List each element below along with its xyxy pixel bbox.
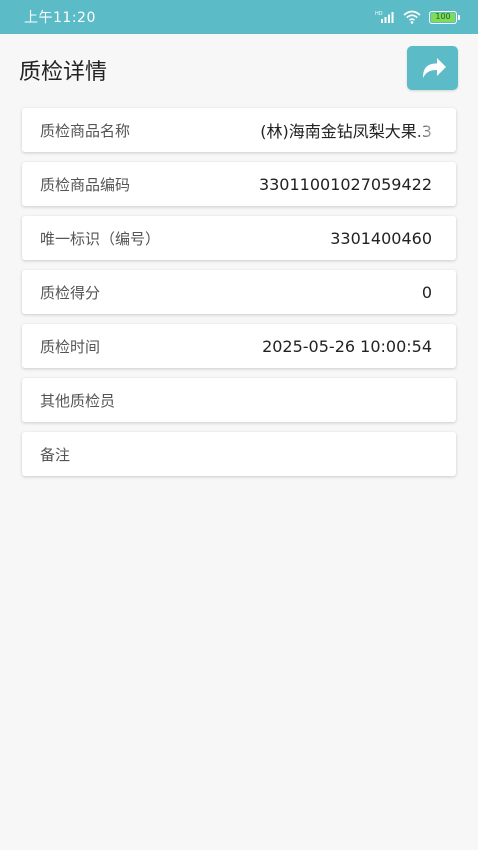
inspection-time-value: 2025-05-26 10:00:54 (262, 336, 432, 356)
other-inspectors-label: 其他质检员 (40, 391, 116, 410)
product-name-label: 质检商品名称 (40, 121, 131, 140)
wifi-icon (403, 10, 421, 24)
battery-body: 100 (429, 10, 457, 24)
score-label: 质检得分 (40, 283, 101, 302)
detail-row-other-inspectors: 其他质检员 (22, 378, 456, 422)
product-code-value: 33011001027059422 (258, 174, 432, 194)
product-name-value: (林)海南金钻凤梨大果.3 (260, 122, 432, 141)
remarks-label: 备注 (40, 445, 71, 464)
hd-signal-icon: HD (375, 10, 395, 24)
battery-cap (458, 14, 460, 20)
product-code-label: 质检商品编码 (40, 175, 131, 194)
detail-row-remarks: 备注 (22, 432, 456, 476)
detail-row-unique-id: 唯一标识（编号） 3301400460 (22, 216, 456, 260)
unique-id-label: 唯一标识（编号） (40, 229, 161, 248)
page-title: 质检详情 (19, 60, 108, 85)
header: 质检详情 (0, 34, 478, 104)
inspection-time-label: 质检时间 (40, 337, 101, 356)
battery-level: 100 (435, 12, 451, 21)
status-icons: HD 100 (375, 10, 460, 24)
battery-icon: 100 (429, 10, 460, 24)
svg-text:HD: HD (375, 11, 383, 17)
detail-row-product-name: 质检商品名称 (林)海南金钻凤梨大果.3 (22, 108, 456, 152)
score-value: 0 (421, 282, 432, 302)
detail-list: 质检商品名称 (林)海南金钻凤梨大果.3 质检商品编码 330110010270… (22, 108, 456, 486)
share-arrow-icon (422, 58, 446, 78)
unique-id-value: 3301400460 (330, 228, 432, 248)
detail-row-product-code: 质检商品编码 33011001027059422 (22, 162, 456, 206)
detail-row-score: 质检得分 0 (22, 270, 456, 314)
share-button[interactable] (407, 46, 458, 90)
status-bar: 上午11:20 HD 100 (0, 0, 478, 34)
status-time: 上午11:20 (24, 10, 96, 26)
detail-row-inspection-time: 质检时间 2025-05-26 10:00:54 (22, 324, 456, 368)
